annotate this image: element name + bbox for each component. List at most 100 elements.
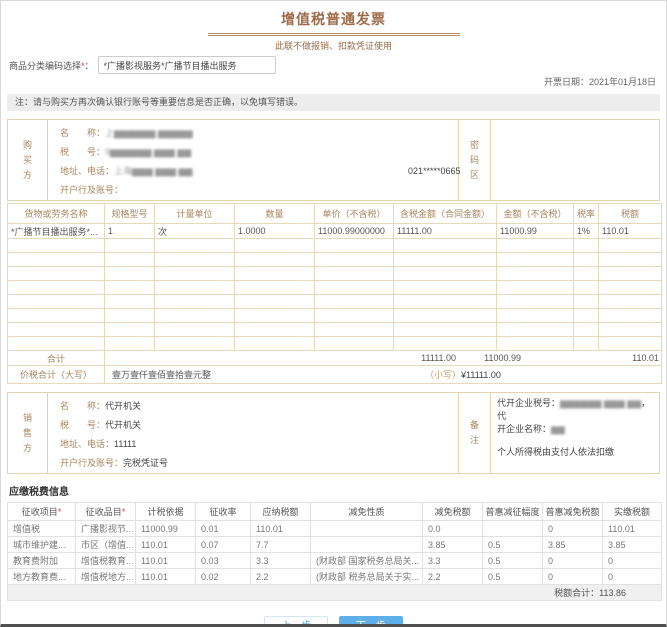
remark-line-3: 个人所得税由支付人依法扣缴 bbox=[497, 446, 655, 459]
empty-cell bbox=[574, 253, 599, 267]
empty-cell bbox=[105, 253, 155, 267]
empty-cell bbox=[599, 281, 662, 295]
empty-cell bbox=[155, 337, 235, 351]
empty-cell bbox=[599, 267, 662, 281]
total-tax: 110.01 bbox=[632, 351, 659, 366]
empty-cell bbox=[574, 337, 599, 351]
empty-cell bbox=[599, 253, 662, 267]
col-actual-paid: 实缴税额 bbox=[603, 503, 662, 521]
seller-address-line: 地址、电话：11111 bbox=[60, 435, 458, 454]
empty-cell bbox=[315, 323, 394, 337]
empty-cell bbox=[8, 309, 105, 323]
col-reduction-amount: 减免税额 bbox=[423, 503, 483, 521]
empty-cell bbox=[574, 295, 599, 309]
items-empty-rows bbox=[8, 239, 662, 351]
tax-table: 征收项目* 征收品目* 计税依据 征收率 应纳税额 减免性质 减免税额 普惠减征… bbox=[7, 502, 662, 601]
remark-line-2: 开企业名称：▆▆ bbox=[497, 423, 655, 436]
category-row: 商品分类编码选择*： bbox=[1, 55, 666, 75]
next-step-button[interactable]: 下一步 bbox=[339, 616, 403, 627]
seller-address-value: 11111 bbox=[114, 439, 136, 449]
invoice-date: 开票日期：2021年01月18日 bbox=[1, 75, 666, 89]
total-amount: 11000.99 bbox=[484, 351, 521, 366]
page-title: 增值税普通发票 bbox=[1, 9, 666, 29]
empty-cell bbox=[105, 323, 155, 337]
col-levy-rate: 征收率 bbox=[196, 503, 251, 521]
empty-row bbox=[8, 253, 662, 267]
totals-row: 合计 11111.00 11000.99 110.01 bbox=[8, 351, 662, 366]
empty-cell bbox=[315, 281, 394, 295]
empty-row bbox=[8, 267, 662, 281]
col-unit-price: 单价（不含税） bbox=[315, 204, 394, 224]
category-code-input[interactable] bbox=[98, 56, 276, 74]
empty-row bbox=[8, 309, 662, 323]
buyer-fields: 名 称：上▆▆▆▆▆▆ ▆▆▆▆▆ 税 号：9▆▆▆▆▆▆ ▆▆▆ ▆▆ 地址、… bbox=[48, 120, 458, 200]
remark-content: 代开企业税号：▆▆▆▆▆▆ ▆▆▆ ▆▆，代 开企业名称：▆▆ 个人所得税由支付… bbox=[491, 393, 659, 473]
item-tax-incl-amount: 11111.00 bbox=[394, 224, 497, 239]
seller-name-value: 代开机关 bbox=[105, 401, 141, 411]
remark-label: 备注 bbox=[458, 393, 491, 473]
col-tax-payable: 应纳税额 bbox=[251, 503, 311, 521]
seller-bank-line: 开户行及账号：完税凭证号 bbox=[60, 454, 458, 473]
empty-cell bbox=[155, 281, 235, 295]
password-zone-label: 密码区 bbox=[458, 120, 491, 200]
empty-cell bbox=[105, 281, 155, 295]
buyer-bank-line: 开户行及账号： bbox=[60, 181, 458, 200]
tax-row-vat: 增值税广播影视节...11000.990.01110.010.00110.01 bbox=[8, 521, 662, 537]
empty-cell bbox=[8, 323, 105, 337]
empty-cell bbox=[497, 253, 574, 267]
wizard-buttons: 上一步 下一步 bbox=[1, 616, 666, 627]
tax-section-title: 应缴税费信息 bbox=[9, 483, 666, 498]
empty-cell bbox=[235, 309, 315, 323]
empty-cell bbox=[394, 323, 497, 337]
empty-cell bbox=[497, 267, 574, 281]
required-asterisk: * bbox=[122, 507, 126, 517]
item-tax-rate: 1% bbox=[574, 224, 599, 239]
seller-bank-value: 完税凭证号 bbox=[123, 458, 168, 468]
buyer-taxno-line: 税 号：9▆▆▆▆▆▆ ▆▆▆ ▆▆ bbox=[60, 143, 458, 162]
empty-cell bbox=[599, 323, 662, 337]
empty-cell bbox=[394, 267, 497, 281]
empty-cell bbox=[8, 267, 105, 281]
empty-cell bbox=[315, 267, 394, 281]
tax-total-row: 税额合计：113.86 bbox=[8, 585, 662, 601]
empty-cell bbox=[574, 267, 599, 281]
empty-row bbox=[8, 323, 662, 337]
empty-cell bbox=[155, 267, 235, 281]
empty-cell bbox=[155, 295, 235, 309]
seller-fields: 名 称：代开机关 税 号：代开机关 地址、电话：11111 开户行及账号：完税凭… bbox=[48, 393, 458, 473]
buyer-name-line: 名 称：上▆▆▆▆▆▆ ▆▆▆▆▆ bbox=[60, 124, 458, 143]
col-tax-basis: 计税依据 bbox=[136, 503, 196, 521]
empty-cell bbox=[105, 295, 155, 309]
empty-cell bbox=[105, 309, 155, 323]
empty-cell bbox=[315, 337, 394, 351]
empty-cell bbox=[155, 253, 235, 267]
col-inclusive-reduction-amount: 普惠减免税额 bbox=[543, 503, 603, 521]
col-levy-item: 征收项目* bbox=[8, 503, 76, 521]
col-unit: 计量单位 bbox=[155, 204, 235, 224]
empty-cell bbox=[315, 253, 394, 267]
empty-cell bbox=[497, 239, 574, 253]
seller-side-label: 销售方 bbox=[8, 393, 48, 473]
tax-row-education-surcharge: 教育费附加增值税教育...110.010.033.3(财政部 国家税务总局关..… bbox=[8, 553, 662, 569]
item-amount: 11000.99 bbox=[497, 224, 574, 239]
password-zone-area bbox=[491, 120, 659, 200]
required-asterisk: * bbox=[58, 507, 62, 517]
total-tax-incl: 11111.00 bbox=[421, 351, 456, 366]
title-double-rule bbox=[208, 33, 460, 36]
seller-box: 销售方 名 称：代开机关 税 号：代开机关 地址、电话：11111 开户行及账号… bbox=[7, 392, 660, 474]
previous-step-button[interactable]: 上一步 bbox=[264, 616, 328, 627]
empty-row bbox=[8, 239, 662, 253]
buyer-taxno-value: 9▆▆▆▆▆▆ ▆▆▆ ▆▆ bbox=[105, 147, 191, 157]
invoice-page: 增值税普通发票 此联不做报销、扣款凭证使用 商品分类编码选择*： 开票日期：20… bbox=[0, 0, 667, 627]
col-tax-incl-amount: 含税金额（合同金额） bbox=[394, 204, 497, 224]
empty-cell bbox=[8, 253, 105, 267]
item-spec: 1 bbox=[105, 224, 155, 239]
items-header-row: 货物或劳务名称 规格型号 计量单位 数量 单价（不含税） 含税金额（合同金额） … bbox=[8, 204, 662, 224]
empty-cell bbox=[155, 323, 235, 337]
totals-values: 11111.00 11000.99 110.01 bbox=[105, 351, 662, 366]
invoice-header: 增值税普通发票 此联不做报销、扣款凭证使用 bbox=[1, 1, 666, 52]
seller-taxno-value: 代开机关 bbox=[105, 420, 141, 430]
empty-cell bbox=[497, 309, 574, 323]
amount-in-words-label: 价税合计（大写） bbox=[8, 366, 105, 384]
empty-cell bbox=[235, 281, 315, 295]
